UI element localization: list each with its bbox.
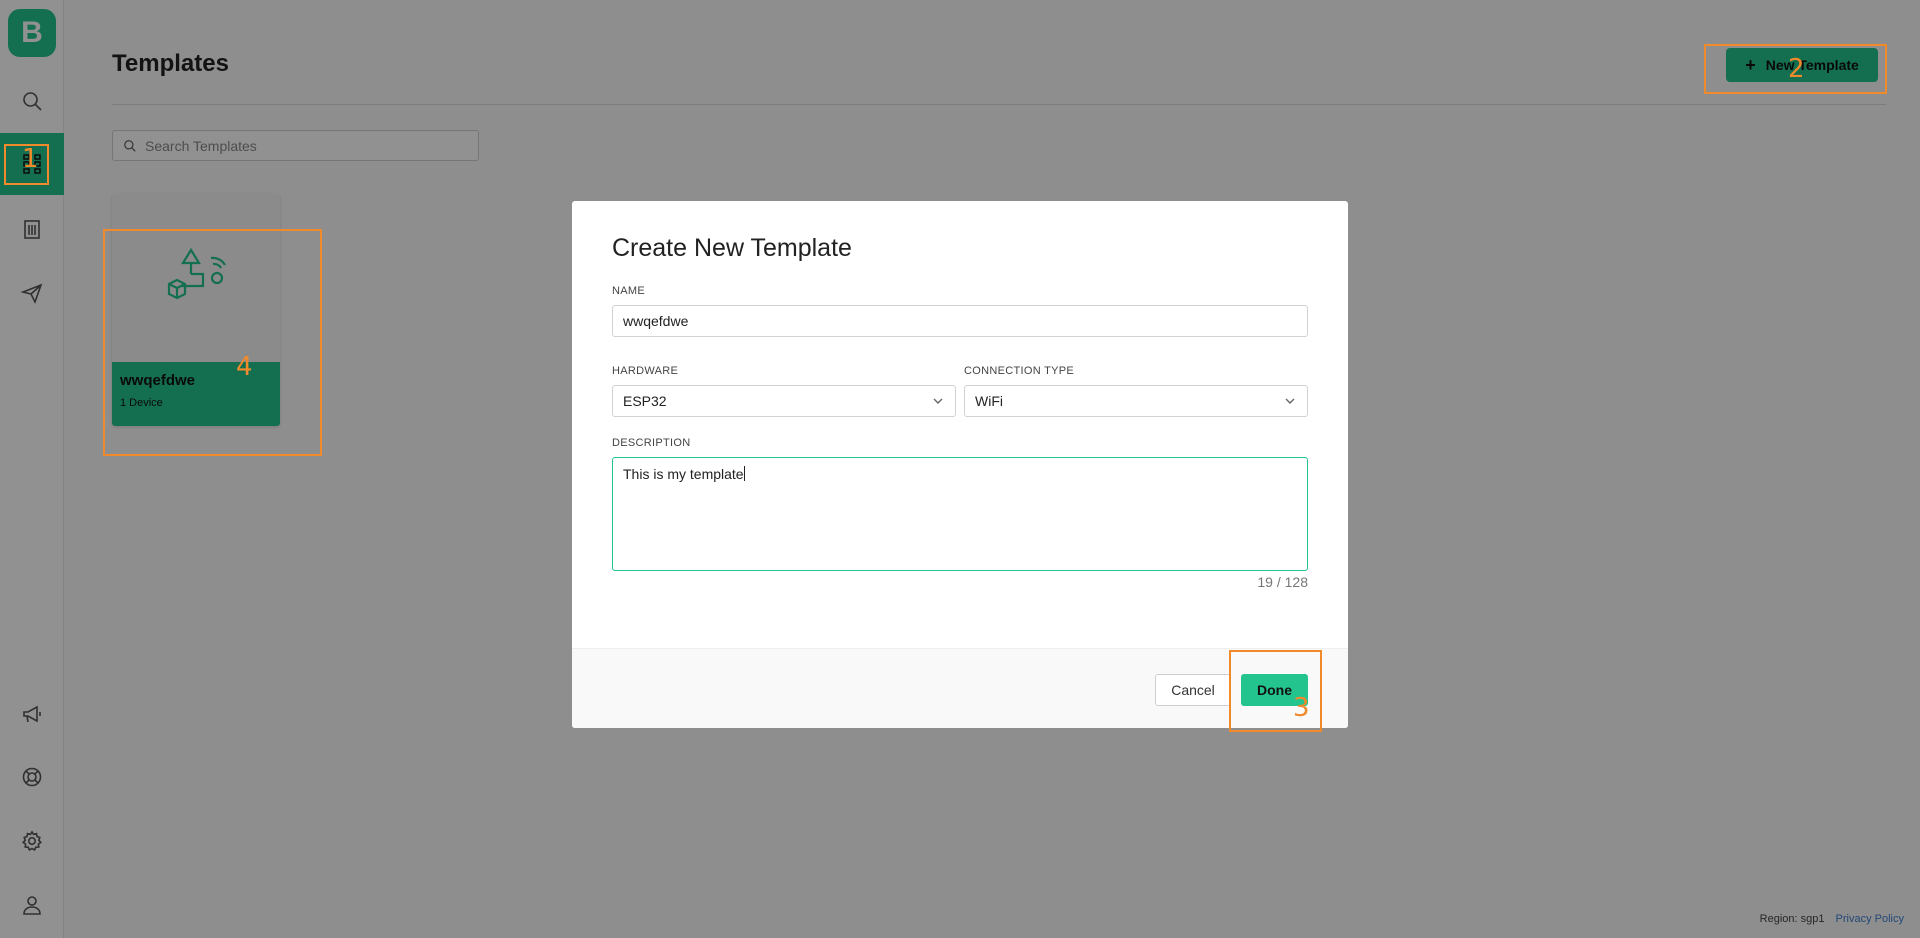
description-label: DESCRIPTION [612,437,691,449]
annotation-number-4: 4 [236,352,253,382]
connection-type-select[interactable]: WiFi [964,385,1308,417]
chevron-down-icon [1285,398,1295,404]
description-textarea[interactable]: This is my template [612,457,1308,571]
connection-type-label: CONNECTION TYPE [964,365,1075,377]
name-value: wwqefdwe [623,313,689,329]
character-counter: 19 / 128 [1257,574,1308,590]
chevron-down-icon [933,398,943,404]
cancel-button[interactable]: Cancel [1155,674,1231,706]
hardware-value: ESP32 [623,393,667,409]
description-value: This is my template [623,466,744,482]
dialog-title: Create New Template [612,234,852,262]
create-template-dialog: Create New Template NAME wwqefdwe HARDWA… [572,201,1348,728]
text-cursor [743,466,745,481]
connection-type-value: WiFi [975,393,1003,409]
hardware-select[interactable]: ESP32 [612,385,956,417]
hardware-label: HARDWARE [612,365,679,377]
name-input[interactable]: wwqefdwe [612,305,1308,337]
name-label: NAME [612,285,645,297]
annotation-number-2: 2 [1788,54,1805,84]
annotation-number-1: 1 [22,144,39,174]
annotation-number-3: 3 [1293,693,1310,723]
annotation-box-4 [103,229,322,456]
